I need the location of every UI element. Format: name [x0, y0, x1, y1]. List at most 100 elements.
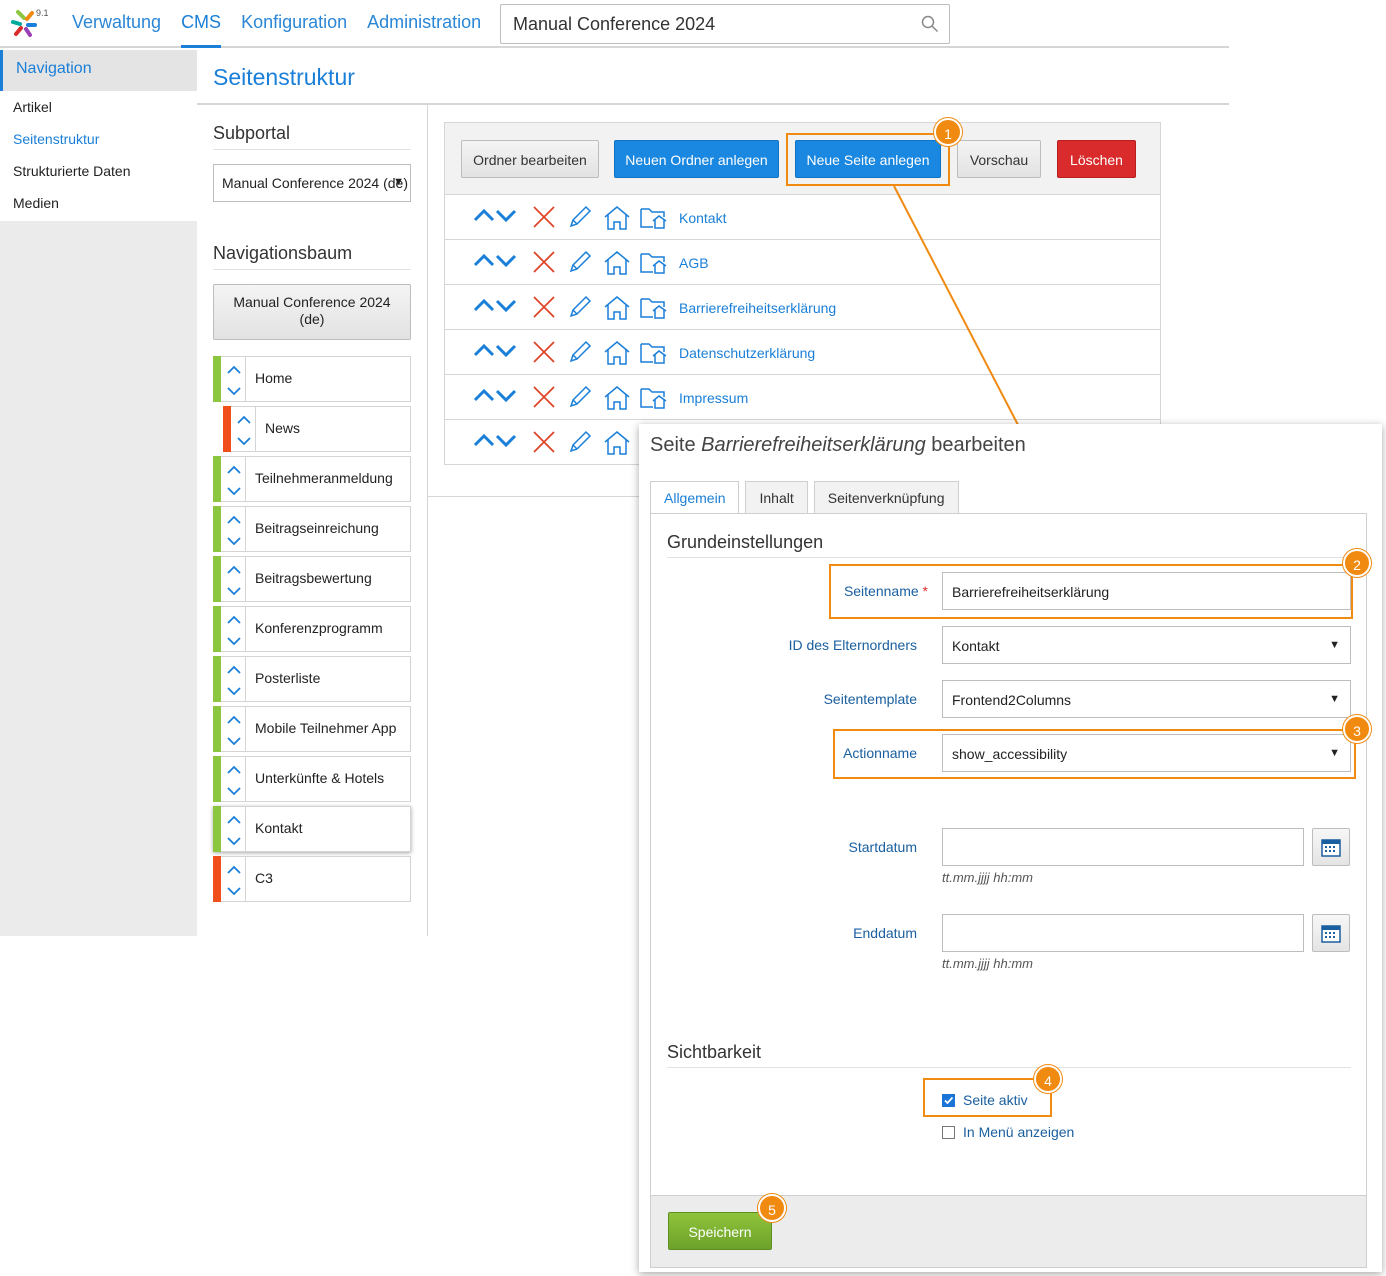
delete-icon[interactable] — [517, 205, 559, 236]
chevron-up-icon[interactable] — [227, 812, 241, 830]
in-menu-checkbox[interactable]: In Menü anzeigen — [942, 1124, 1074, 1140]
chevron-down-icon[interactable] — [237, 433, 251, 451]
edit-icon[interactable] — [559, 295, 595, 326]
page-link[interactable]: AGB — [679, 255, 709, 271]
page-link[interactable]: Datenschutzerklärung — [679, 345, 815, 361]
delete-icon[interactable] — [517, 385, 559, 416]
chevron-down-icon[interactable] — [227, 483, 241, 501]
nav-administration[interactable]: Administration — [367, 12, 481, 48]
navtree-item[interactable]: Home — [213, 356, 411, 402]
chevron-up-icon[interactable] — [227, 712, 241, 730]
folder-home-icon[interactable] — [631, 385, 669, 416]
move-down-icon[interactable] — [495, 250, 517, 281]
navtree-item[interactable]: Posterliste — [213, 656, 411, 702]
move-up-icon[interactable] — [473, 430, 495, 461]
folder-home-icon[interactable] — [631, 295, 669, 326]
page-link[interactable]: Barrierefreiheitserklärung — [679, 300, 836, 316]
navtree-item[interactable]: News — [223, 406, 411, 452]
sidebar-item-artikel[interactable]: Artikel — [0, 91, 197, 123]
edit-icon[interactable] — [559, 385, 595, 416]
chevron-up-icon[interactable] — [227, 862, 241, 880]
save-button[interactable]: Speichern — [668, 1212, 772, 1250]
home-icon[interactable] — [595, 385, 631, 416]
tab-allgemein[interactable]: Allgemein — [650, 481, 740, 514]
new-folder-button[interactable]: Neuen Ordner anlegen — [614, 140, 779, 178]
move-up-icon[interactable] — [473, 340, 495, 371]
chevron-up-icon[interactable] — [227, 662, 241, 680]
preview-button[interactable]: Vorschau — [957, 140, 1041, 178]
navtree-root-button[interactable]: Manual Conference 2024 (de) — [213, 284, 411, 340]
page-link[interactable]: Kontakt — [679, 210, 726, 226]
sidebar-heading[interactable]: Navigation — [0, 50, 197, 91]
home-icon[interactable] — [595, 340, 631, 371]
move-down-icon[interactable] — [495, 430, 517, 461]
sidebar-item-seitenstruktur[interactable]: Seitenstruktur — [0, 123, 197, 155]
move-down-icon[interactable] — [495, 385, 517, 416]
navtree-item[interactable]: Unterkünfte & Hotels — [213, 756, 411, 802]
navtree-item[interactable]: Konferenzprogramm — [213, 606, 411, 652]
folder-home-icon[interactable] — [631, 205, 669, 236]
move-down-icon[interactable] — [495, 205, 517, 236]
nav-verwaltung[interactable]: Verwaltung — [72, 12, 161, 48]
chevron-down-icon[interactable] — [227, 733, 241, 751]
chevron-up-icon[interactable] — [227, 362, 241, 380]
chevron-up-icon[interactable] — [227, 462, 241, 480]
delete-icon[interactable] — [517, 430, 559, 461]
nav-cms[interactable]: CMS — [181, 12, 222, 48]
folder-home-icon[interactable] — [631, 340, 669, 371]
delete-icon[interactable] — [517, 340, 559, 371]
page-link[interactable]: Impressum — [679, 390, 748, 406]
delete-icon[interactable] — [517, 250, 559, 281]
chevron-down-icon[interactable] — [227, 783, 241, 801]
tab-inhalt[interactable]: Inhalt — [745, 481, 808, 513]
navtree-item[interactable]: Kontakt — [213, 806, 411, 852]
chevron-down-icon[interactable] — [227, 833, 241, 851]
move-up-icon[interactable] — [473, 385, 495, 416]
home-icon[interactable] — [595, 250, 631, 281]
chevron-up-icon[interactable] — [227, 612, 241, 630]
home-icon[interactable] — [595, 295, 631, 326]
chevron-up-icon[interactable] — [227, 562, 241, 580]
move-up-icon[interactable] — [473, 250, 495, 281]
navtree-item[interactable]: Mobile Teilnehmer App — [213, 706, 411, 752]
move-down-icon[interactable] — [495, 295, 517, 326]
template-select[interactable]: Frontend2Columns ▼ — [942, 680, 1351, 718]
portal-search-input[interactable] — [501, 5, 901, 43]
enddatum-input[interactable] — [942, 914, 1304, 952]
chevron-down-icon[interactable] — [227, 683, 241, 701]
edit-icon[interactable] — [559, 205, 595, 236]
move-up-icon[interactable] — [473, 295, 495, 326]
sidebar-item-strukturierte-daten[interactable]: Strukturierte Daten — [0, 155, 197, 187]
sidebar-item-medien[interactable]: Medien — [0, 187, 197, 221]
startdatum-input[interactable] — [942, 828, 1304, 866]
edit-icon[interactable] — [559, 250, 595, 281]
delete-icon[interactable] — [517, 295, 559, 326]
home-icon[interactable] — [595, 430, 631, 461]
edit-icon[interactable] — [559, 340, 595, 371]
chevron-up-icon[interactable] — [237, 412, 251, 430]
parent-folder-select[interactable]: Kontakt ▼ — [942, 626, 1351, 664]
navtree-item[interactable]: C3 — [213, 856, 411, 902]
navtree-item[interactable]: Beitragsbewertung — [213, 556, 411, 602]
move-up-icon[interactable] — [473, 205, 495, 236]
edit-icon[interactable] — [559, 430, 595, 461]
search-icon[interactable] — [921, 15, 939, 33]
chevron-down-icon[interactable] — [227, 383, 241, 401]
subportal-select[interactable]: Manual Conference 2024 (de) ▼ — [213, 164, 411, 202]
chevron-up-icon[interactable] — [227, 762, 241, 780]
chevron-up-icon[interactable] — [227, 512, 241, 530]
enddatum-calendar-button[interactable] — [1312, 914, 1350, 952]
nav-konfiguration[interactable]: Konfiguration — [241, 12, 347, 48]
chevron-down-icon[interactable] — [227, 583, 241, 601]
chevron-down-icon[interactable] — [227, 633, 241, 651]
edit-folder-button[interactable]: Ordner bearbeiten — [461, 140, 599, 178]
home-icon[interactable] — [595, 205, 631, 236]
tab-seitenverknuepfung[interactable]: Seitenverknüpfung — [813, 481, 959, 513]
chevron-down-icon[interactable] — [227, 533, 241, 551]
navtree-item[interactable]: Teilnehmeranmeldung — [213, 456, 411, 502]
folder-home-icon[interactable] — [631, 250, 669, 281]
move-down-icon[interactable] — [495, 340, 517, 371]
navtree-item[interactable]: Beitragseinreichung — [213, 506, 411, 552]
chevron-down-icon[interactable] — [227, 883, 241, 901]
startdatum-calendar-button[interactable] — [1312, 828, 1350, 866]
